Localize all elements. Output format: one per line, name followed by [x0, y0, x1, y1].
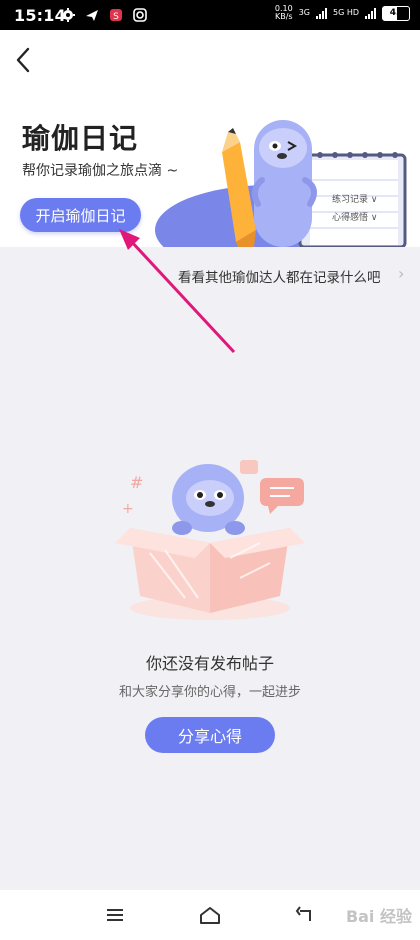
empty-subtitle: 和大家分享你的心得，一起进步 — [118, 685, 301, 700]
signal-icon-2 — [365, 7, 376, 19]
signal-icon — [315, 7, 327, 19]
empty-title: 你还没有发布帖子 — [145, 654, 274, 673]
small-tile-icon — [240, 460, 258, 474]
status-time: 15:14 — [14, 6, 66, 25]
back-button[interactable] — [8, 40, 38, 80]
chevron-left-icon — [16, 47, 30, 73]
nav-home[interactable] — [195, 902, 225, 928]
battery-level: 45 — [389, 8, 403, 18]
status-icons-left: S — [60, 6, 148, 24]
share-button[interactable]: 分享心得 — [145, 717, 275, 753]
sloth-in-box — [172, 464, 245, 535]
plus-decoration-icon: + — [122, 501, 134, 517]
hero-illustration: 练习记录 ∨ 心得感悟 ∨ — [155, 120, 407, 247]
chevron-right-icon[interactable]: › — [398, 264, 404, 283]
net2-label: 5G HD — [332, 8, 359, 17]
watermark: Bai 经验 — [345, 907, 412, 926]
notebook-line-2: 心得感悟 ∨ — [332, 211, 377, 223]
nav-menu[interactable] — [100, 902, 130, 928]
menu-icon — [107, 909, 123, 921]
nav-back[interactable] — [290, 902, 320, 928]
network-speed: 0.10 KB/s — [275, 5, 293, 21]
net-type-1: 3G — [299, 9, 310, 17]
app-icon: S — [110, 9, 122, 22]
gear-icon — [61, 8, 75, 22]
net1-label: 3G — [298, 8, 310, 17]
speed-unit: KB/s — [274, 12, 293, 21]
back-icon — [295, 906, 311, 921]
empty-box-illustration: # + — [115, 460, 305, 620]
discover-link[interactable]: 看看其他瑜伽达人都在记录什么吧 — [178, 266, 381, 286]
home-icon — [200, 907, 220, 924]
battery-icon: 45 — [382, 5, 410, 21]
status-icons-right: 0.10 KB/s 3G 5G HD 45 — [275, 5, 410, 21]
page-title: 瑜伽日记 — [22, 122, 139, 155]
svg-text:S: S — [113, 12, 119, 22]
sloth-mascot — [251, 120, 317, 247]
chat-bubble-icon — [260, 478, 304, 514]
camera-icon — [133, 8, 147, 22]
notebook-line-1: 练习记录 ∨ — [332, 193, 377, 205]
hash-decoration-icon: # — [130, 473, 143, 492]
plane-icon — [86, 10, 98, 21]
start-diary-button[interactable]: 开启瑜伽日记 — [20, 198, 141, 232]
status-bar: 15:14 S 0.10 KB/s 3G 5G HD 45 — [0, 0, 420, 30]
box-icon — [115, 528, 305, 613]
net-type-2: 5G HD — [333, 9, 359, 17]
